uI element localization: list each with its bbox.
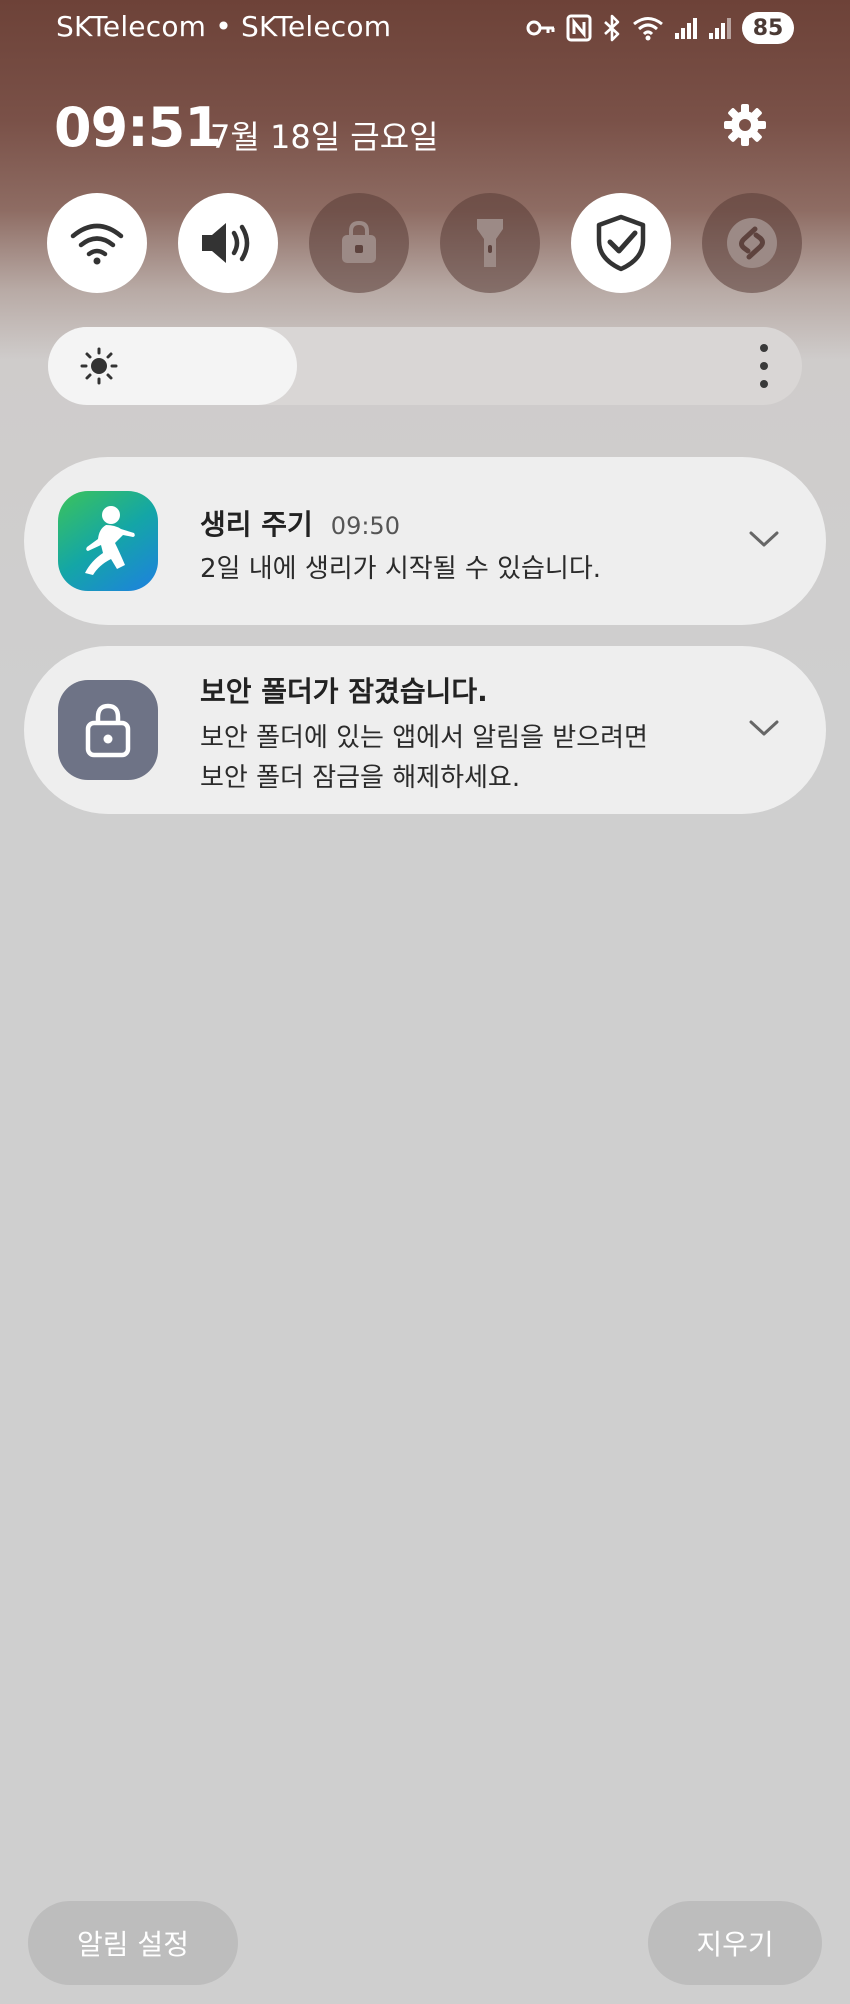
signal-icon-2 bbox=[709, 18, 731, 39]
notification-title: 생리 주기 09:50 bbox=[200, 503, 400, 543]
expand-button[interactable] bbox=[746, 521, 782, 557]
gear-icon bbox=[724, 104, 766, 146]
secure-folder-toggle[interactable] bbox=[309, 193, 409, 293]
notification-body-line-1: 보안 폴더에 있는 앱에서 알림을 받으려면 bbox=[200, 723, 648, 753]
wifi-call-icon bbox=[633, 17, 663, 41]
flashlight-toggle[interactable] bbox=[440, 193, 540, 293]
status-icons: 85 bbox=[526, 10, 794, 46]
date-label: 7월 18일 금요일 bbox=[210, 118, 439, 156]
lock-icon bbox=[58, 680, 158, 780]
key-icon bbox=[526, 20, 555, 36]
wifi-toggle[interactable] bbox=[47, 193, 147, 293]
notification-time: 09:50 bbox=[330, 512, 400, 540]
battery-level: 85 bbox=[742, 12, 794, 44]
flashlight-icon bbox=[477, 219, 503, 267]
notification-title-text: 생리 주기 bbox=[200, 508, 313, 541]
more-vertical-icon[interactable] bbox=[752, 344, 776, 388]
chevron-down-icon bbox=[749, 531, 779, 547]
notification-title: 보안 폴더가 잠겼습니다. bbox=[200, 675, 488, 708]
expand-button[interactable] bbox=[746, 710, 782, 746]
security-toggle[interactable] bbox=[571, 193, 671, 293]
quick-settings-row bbox=[47, 193, 802, 293]
wifi-icon bbox=[70, 223, 124, 265]
sound-icon bbox=[202, 223, 250, 263]
signal-icon bbox=[675, 18, 697, 39]
clear-all-button[interactable]: 지우기 bbox=[648, 1901, 822, 1985]
notification-body: 2일 내에 생리가 시작될 수 있습니다. bbox=[200, 554, 602, 584]
chevron-down-icon bbox=[749, 720, 779, 736]
brightness-slider[interactable] bbox=[48, 327, 802, 405]
shield-check-icon bbox=[596, 214, 646, 272]
settings-button[interactable] bbox=[720, 100, 770, 150]
carrier-name: SKTelecom • SKTelecom bbox=[56, 10, 392, 43]
secure-folder-icon bbox=[342, 220, 376, 263]
notification-period-cycle[interactable]: 생리 주기 09:50 2일 내에 생리가 시작될 수 있습니다. bbox=[24, 457, 826, 625]
bluetooth-icon bbox=[604, 14, 620, 42]
nfc-icon bbox=[566, 14, 592, 42]
notification-body: 보안 폴더에 있는 앱에서 알림을 받으려면 보안 폴더 잠금을 해제하세요. bbox=[200, 718, 740, 798]
status-bar: SKTelecom • SKTelecom 85 bbox=[0, 0, 850, 58]
shazam-icon bbox=[727, 218, 777, 268]
sound-toggle[interactable] bbox=[178, 193, 278, 293]
notification-body-line-2: 보안 폴더 잠금을 해제하세요. bbox=[200, 763, 521, 793]
clock-time: 09:51 bbox=[54, 96, 222, 159]
shazam-toggle[interactable] bbox=[702, 193, 802, 293]
samsung-health-icon bbox=[58, 491, 158, 591]
sun-icon bbox=[80, 347, 118, 385]
notification-settings-button[interactable]: 알림 설정 bbox=[28, 1901, 238, 1985]
notification-secure-folder[interactable]: 보안 폴더가 잠겼습니다. 보안 폴더에 있는 앱에서 알림을 받으려면 보안 … bbox=[24, 646, 826, 814]
